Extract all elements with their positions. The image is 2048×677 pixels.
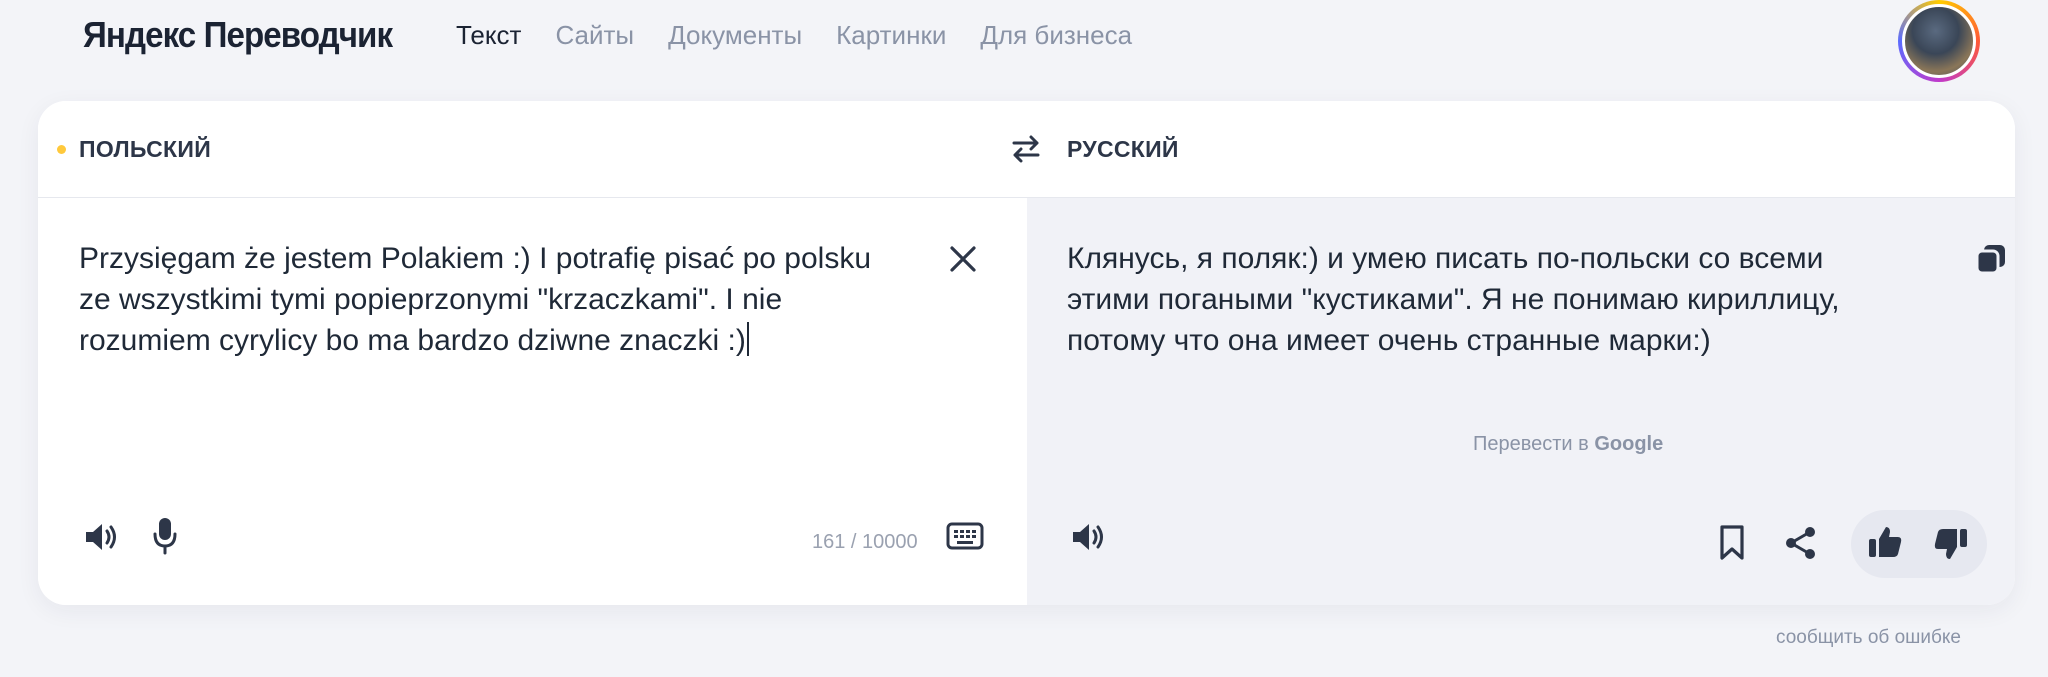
avatar-photo xyxy=(1902,4,1976,78)
keyboard-icon[interactable] xyxy=(946,522,984,550)
user-avatar[interactable] xyxy=(1898,0,1980,82)
nav-item-sites[interactable]: Сайты xyxy=(555,20,634,51)
source-text: Przysięgam że jestem Polakiem :) I potra… xyxy=(79,242,871,357)
thumbs-up-icon[interactable] xyxy=(1867,524,1903,560)
google-brand: Google xyxy=(1594,433,1664,455)
translation-text: Клянусь, я поляк:) и умею писать по-поль… xyxy=(1067,242,1840,357)
swap-icon[interactable] xyxy=(1010,134,1042,164)
source-language-selector[interactable]: ПОЛЬСКИЙ xyxy=(79,136,211,163)
translate-google-prefix: Перевести в xyxy=(1473,433,1589,455)
speaker-icon[interactable] xyxy=(1069,518,1107,556)
header: Яндекс Переводчик Текст Сайты Документы … xyxy=(0,0,2048,82)
nav-item-images[interactable]: Картинки xyxy=(836,20,946,51)
share-icon[interactable] xyxy=(1783,525,1819,561)
clear-icon[interactable] xyxy=(946,242,980,276)
nav-item-business[interactable]: Для бизнеса xyxy=(980,20,1132,51)
character-counter: 161 / 10000 xyxy=(812,531,918,553)
thumbs-down-icon[interactable] xyxy=(1933,526,1969,562)
main-nav: Текст Сайты Документы Картинки Для бизне… xyxy=(456,20,1166,51)
text-caret xyxy=(746,322,749,356)
language-bar: ПОЛЬСКИЙ РУССКИЙ xyxy=(38,101,2015,198)
nav-item-documents[interactable]: Документы xyxy=(668,20,802,51)
translate-in-google-link[interactable]: Перевести в Google xyxy=(1473,433,1663,456)
report-error-link[interactable]: сообщить об ошибке xyxy=(1776,627,1961,649)
microphone-icon[interactable] xyxy=(152,516,178,556)
copy-icon[interactable] xyxy=(1974,242,2008,276)
source-pane: Przysięgam że jestem Polakiem :) I potra… xyxy=(38,198,1027,605)
detected-language-dot xyxy=(57,145,66,154)
speaker-icon[interactable] xyxy=(82,518,120,556)
nav-item-text[interactable]: Текст xyxy=(456,20,521,51)
target-language-selector[interactable]: РУССКИЙ xyxy=(1067,136,1179,163)
bookmark-icon[interactable] xyxy=(1718,524,1746,562)
app-logo[interactable]: Яндекс Переводчик xyxy=(83,14,393,56)
source-text-input[interactable]: Przysięgam że jestem Polakiem :) I potra… xyxy=(79,238,899,361)
